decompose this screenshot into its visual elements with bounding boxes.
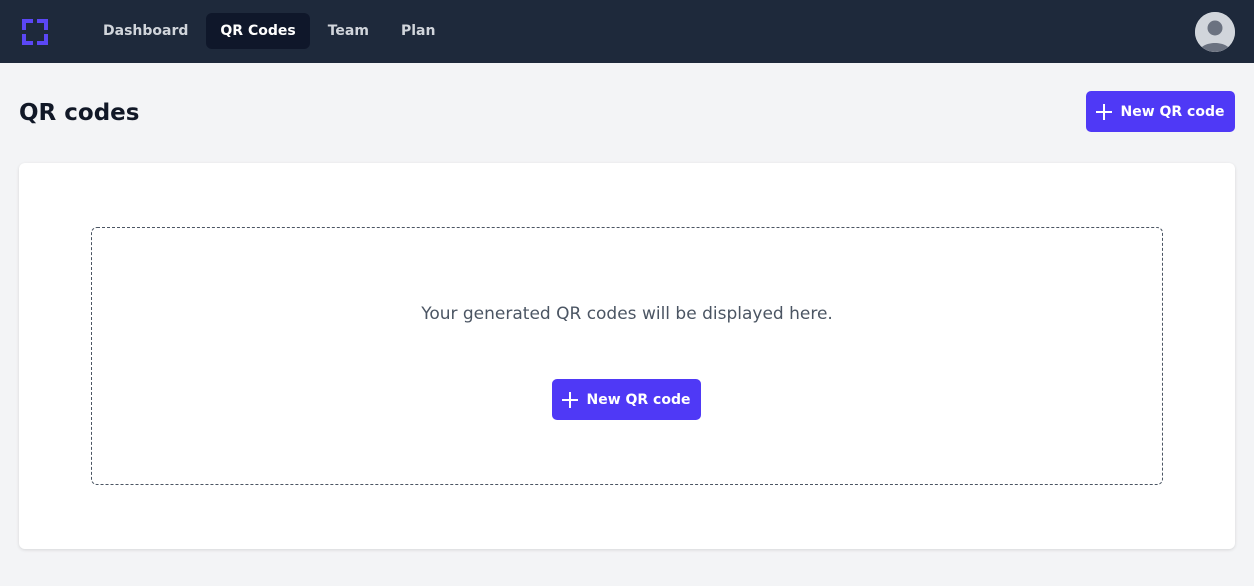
page-title: QR codes (19, 100, 140, 126)
empty-state-container: Your generated QR codes will be displaye… (91, 227, 1163, 485)
plus-icon (1096, 103, 1113, 120)
user-avatar-icon (1195, 12, 1235, 52)
logo-icon[interactable] (22, 19, 48, 45)
new-qr-code-button-label: New QR code (1120, 103, 1225, 120)
empty-state-button-label: New QR code (586, 391, 691, 408)
nav-item-plan[interactable]: Plan (387, 13, 449, 49)
new-qr-code-button[interactable]: New QR code (1086, 91, 1235, 132)
empty-state-message: Your generated QR codes will be displaye… (421, 304, 833, 324)
nav-item-team[interactable]: Team (314, 13, 383, 49)
empty-state-new-qr-code-button[interactable]: New QR code (552, 379, 701, 420)
plus-icon (562, 391, 579, 408)
nav-item-dashboard[interactable]: Dashboard (89, 13, 202, 49)
nav-item-qr-codes[interactable]: QR Codes (206, 13, 310, 49)
main-nav: Dashboard QR Codes Team Plan (89, 13, 449, 49)
user-avatar[interactable] (1195, 12, 1235, 52)
qr-codes-card: Your generated QR codes will be displaye… (19, 163, 1235, 549)
top-navbar: Dashboard QR Codes Team Plan (0, 0, 1254, 63)
